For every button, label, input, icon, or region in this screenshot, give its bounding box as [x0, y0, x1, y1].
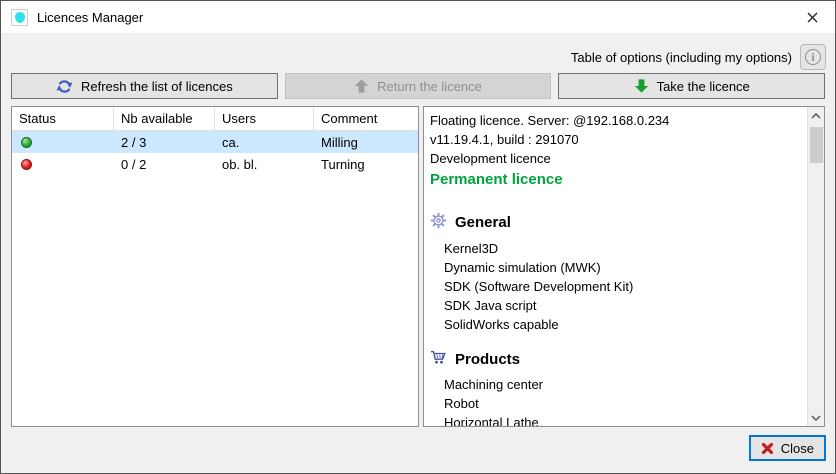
licences-manager-window: Licences Manager Table of options (inclu…: [0, 0, 836, 474]
licence-type-line: Development licence: [430, 149, 801, 168]
arrow-down-icon: [634, 78, 649, 94]
red-x-icon: [761, 442, 774, 455]
arrow-up-icon: [354, 78, 369, 94]
take-label: Take the licence: [657, 79, 750, 94]
take-licence-button[interactable]: Take the licence: [558, 73, 825, 99]
window-title: Licences Manager: [37, 10, 143, 25]
general-item: SDK Java script: [430, 296, 801, 315]
chevron-down-icon: [811, 415, 821, 421]
refresh-licences-button[interactable]: Refresh the list of licences: [11, 73, 278, 99]
permanent-licence-label: Permanent licence: [430, 170, 801, 190]
return-label: Return the licence: [377, 79, 482, 94]
toolbar: Refresh the list of licences Return the …: [11, 73, 825, 99]
scroll-down-button[interactable]: [808, 409, 825, 426]
options-row: Table of options (including my options) …: [571, 43, 826, 71]
chevron-up-icon: [811, 113, 821, 119]
refresh-label: Refresh the list of licences: [81, 79, 233, 94]
product-item: Machining center: [430, 375, 801, 394]
general-item: Kernel3D: [430, 239, 801, 258]
table-header: Status Nb available Users Comment: [12, 107, 418, 131]
status-cell: [12, 153, 114, 175]
comment-cell: Milling: [314, 131, 418, 153]
window-close-button[interactable]: [790, 2, 835, 33]
server-line: Floating licence. Server: @192.168.0.234: [430, 111, 801, 130]
details-content: Floating licence. Server: @192.168.0.234…: [424, 107, 807, 426]
table-row-milling[interactable]: 2 / 3 ca. Milling: [12, 131, 418, 153]
general-item: Dynamic simulation (MWK): [430, 258, 801, 277]
product-item: Horizontal Lathe: [430, 413, 801, 426]
general-section-title: General: [455, 214, 511, 231]
nb-available-cell: 2 / 3: [114, 131, 215, 153]
status-dot-green: [21, 137, 32, 148]
main-area: Status Nb available Users Comment 2 / 3 …: [11, 106, 825, 427]
close-label: Close: [781, 441, 814, 456]
general-section-header: General: [430, 212, 801, 233]
options-label: Table of options (including my options): [571, 50, 792, 65]
products-section-header: Products: [430, 350, 801, 369]
users-cell: ca.: [215, 131, 314, 153]
app-icon: [11, 9, 28, 26]
refresh-icon: [56, 78, 73, 95]
details-scrollbar[interactable]: [807, 107, 824, 426]
column-header-comment[interactable]: Comment: [314, 107, 418, 130]
licences-table: Status Nb available Users Comment 2 / 3 …: [11, 106, 419, 427]
general-item: SolidWorks capable: [430, 315, 801, 334]
return-licence-button[interactable]: Return the licence: [285, 73, 552, 99]
title-bar: Licences Manager: [1, 1, 835, 33]
column-header-nb-available[interactable]: Nb available: [114, 107, 215, 130]
column-header-users[interactable]: Users: [215, 107, 314, 130]
info-button[interactable]: i: [800, 44, 826, 70]
column-header-status[interactable]: Status: [12, 107, 114, 130]
product-item: Robot: [430, 394, 801, 413]
close-x-icon: [807, 12, 818, 23]
close-button[interactable]: Close: [749, 435, 826, 461]
gear-icon: [430, 212, 447, 233]
scrollbar-thumb[interactable]: [810, 127, 823, 163]
nb-available-cell: 0 / 2: [114, 153, 215, 175]
general-item: SDK (Software Development Kit): [430, 277, 801, 296]
scroll-up-button[interactable]: [808, 107, 825, 124]
table-row-turning[interactable]: 0 / 2 ob. bl. Turning: [12, 153, 418, 175]
app-icon-blob: [15, 12, 25, 23]
info-icon: i: [805, 49, 821, 65]
comment-cell: Turning: [314, 153, 418, 175]
products-section-title: Products: [455, 351, 520, 368]
status-dot-red: [21, 159, 32, 170]
cart-icon: [430, 350, 447, 369]
status-cell: [12, 131, 114, 153]
version-line: v11.19.4.1, build : 291070: [430, 130, 801, 149]
footer: Close: [749, 435, 826, 461]
licence-details-panel: Floating licence. Server: @192.168.0.234…: [423, 106, 825, 427]
users-cell: ob. bl.: [215, 153, 314, 175]
